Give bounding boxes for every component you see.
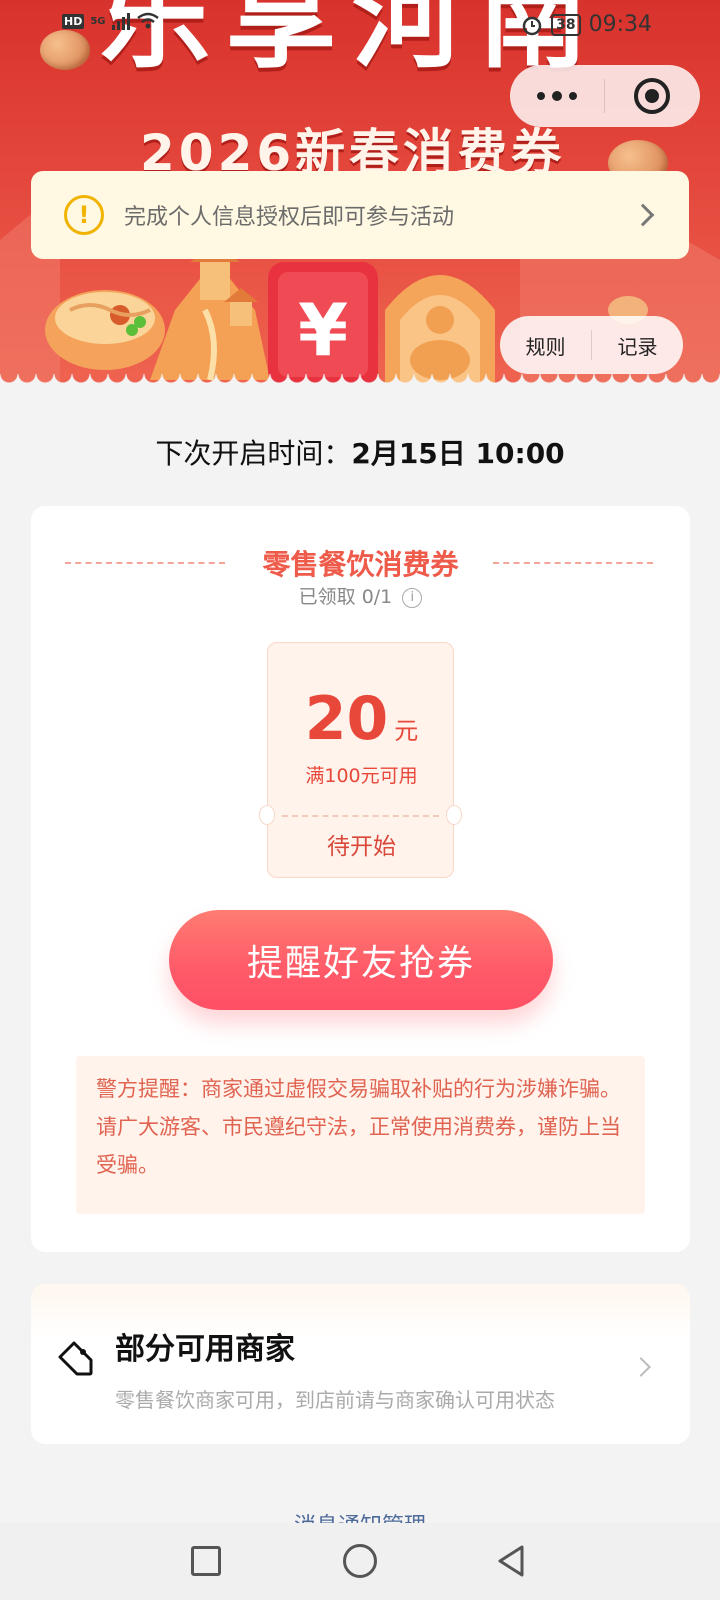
auth-notice-bar[interactable]: ! 完成个人信息授权后即可参与活动 [31, 171, 689, 259]
next-open-time: 下次开启时间：2月15日 10:00 [0, 432, 720, 472]
coupon-status: 待开始 [327, 834, 396, 860]
records-link[interactable]: 记录 [592, 331, 683, 360]
merchant-list-entry[interactable]: 部分可用商家 零售餐饮商家可用，到店前请与商家确认可用状态 [31, 1284, 690, 1444]
police-warning-note: 警方提醒：商家通过虚假交易骗取补贴的行为涉嫌诈骗。请广大游客、市民遵纪守法，正常… [76, 1056, 645, 1214]
rules-link[interactable]: 规则 [500, 331, 591, 360]
recents-square-icon[interactable] [184, 1539, 228, 1583]
coupon-condition: 满100元可用 [305, 765, 418, 787]
coupon-ticket[interactable]: 20 元 满100元可用 待开始 [259, 642, 462, 878]
claimed-label: 已领取 0/1 [298, 586, 393, 608]
buddha-statue-icon [385, 275, 495, 385]
coupon-amount-number: 20 [304, 684, 389, 754]
temple-tower-icon [150, 245, 270, 381]
claimed-count: 已领取 0/1 i [31, 582, 690, 609]
status-bar: HD 5G 38 09:34 [0, 0, 720, 48]
signal-icon [111, 12, 130, 30]
info-icon[interactable]: i [402, 587, 423, 608]
coupon-amount: 20 元 [268, 689, 455, 749]
chevron-right-icon [631, 1357, 651, 1377]
remind-friends-button[interactable]: 提醒好友抢券 [169, 910, 553, 1010]
next-open-label: 下次开启时间： [155, 437, 352, 470]
clock: 09:34 [588, 12, 652, 37]
svg-text:¥: ¥ [298, 288, 348, 372]
more-dots-icon[interactable] [510, 65, 604, 127]
coupon-amount-unit: 元 [394, 717, 419, 745]
noodle-bowl-icon [45, 290, 165, 370]
dashed-line [493, 562, 653, 564]
rules-records-pill: 规则 记录 [500, 316, 683, 374]
alarm-icon [522, 16, 542, 35]
chevron-right-icon [631, 203, 655, 227]
ticket-notch [259, 805, 275, 825]
wifi-icon [136, 12, 159, 29]
ticket-notch [446, 805, 462, 825]
target-close-icon[interactable] [605, 65, 699, 127]
yuan-ticket-icon: ¥ [268, 262, 378, 387]
miniapp-capsule [510, 65, 700, 127]
scallop-fill [0, 386, 720, 396]
hd-badge: HD [62, 13, 85, 29]
auth-notice-text: 完成个人信息授权后即可参与活动 [124, 205, 455, 230]
ticket-divider [282, 815, 439, 817]
network-type: 5G [90, 15, 106, 27]
section-header: 零售餐饮消费券 [31, 540, 690, 581]
merchant-title: 部分可用商家 [115, 1332, 295, 1367]
tag-icon [58, 1341, 93, 1376]
warning-icon: ! [64, 195, 104, 235]
back-triangle-icon[interactable] [490, 1539, 534, 1583]
battery-icon: 38 [551, 13, 581, 36]
merchant-description: 零售餐饮商家可用，到店前请与商家确认可用状态 [115, 1388, 555, 1412]
next-open-value: 2月15日 10:00 [351, 437, 565, 470]
coupon-card: 零售餐饮消费券 已领取 0/1 i 20 元 满100元可用 待开始 提醒好友抢券… [31, 506, 690, 1252]
home-circle-icon[interactable] [338, 1539, 382, 1583]
system-nav-bar [0, 1523, 720, 1600]
